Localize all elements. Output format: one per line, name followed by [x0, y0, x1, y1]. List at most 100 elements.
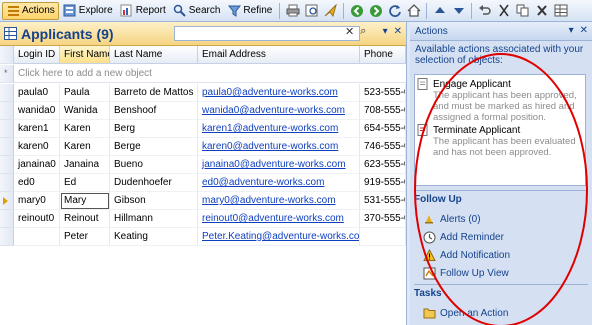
column-header-login-id[interactable]: Login ID — [14, 46, 60, 64]
follow-up-view-link[interactable]: Follow Up View — [422, 266, 509, 280]
send-button[interactable] — [321, 2, 340, 20]
cell-phone: 919-555-01 — [360, 174, 406, 192]
table-row[interactable]: wanida0 Wanida Benshoof wanida0@adventure-w… — [0, 102, 406, 120]
cell-first-name-text: Karen — [64, 123, 91, 134]
cell-last-name-text: Berg — [114, 123, 136, 134]
email-link[interactable]: paula0@adventure-works.com — [202, 87, 338, 98]
preview-button[interactable] — [302, 2, 321, 20]
chevron-down-icon[interactable]: ▾ — [569, 25, 574, 36]
cell-first-name: Peter — [60, 228, 110, 246]
cell-email[interactable]: paula0@adventure-works.com — [198, 84, 360, 102]
row-header[interactable] — [0, 174, 14, 192]
copy-icon — [516, 4, 529, 17]
explore-button[interactable]: Explore — [60, 2, 116, 20]
email-link[interactable]: wanida0@adventure-works.com — [202, 105, 345, 116]
clear-icon[interactable]: ✕ — [345, 25, 354, 38]
cell-last-name-text: Berge — [114, 141, 141, 152]
email-link[interactable]: karen1@adventure-works.com — [202, 123, 338, 134]
cell-email[interactable]: karen0@adventure-works.com — [198, 138, 360, 156]
row-header[interactable] — [0, 210, 14, 228]
add-notification-link[interactable]: Add Notification — [422, 248, 510, 262]
chevron-down-icon[interactable]: ▾ — [383, 26, 388, 37]
print-button[interactable] — [283, 2, 302, 20]
main-toolbar: Actions Explore Report Search Refine — [0, 0, 592, 22]
home-button[interactable] — [404, 2, 423, 20]
forward-button[interactable] — [366, 2, 385, 20]
search-button[interactable]: Search — [170, 2, 224, 20]
engage-applicant-action[interactable]: Engage Applicant The applicant has been … — [417, 78, 585, 123]
actions-button[interactable]: Actions — [2, 1, 59, 20]
current-row-indicator-icon — [3, 197, 8, 205]
delete-button[interactable] — [532, 2, 551, 20]
cell-last-name: Hillmann — [110, 210, 198, 228]
close-icon[interactable]: ✕ — [580, 25, 588, 36]
new-object-prompt[interactable]: Click here to add a new object — [14, 65, 152, 83]
cell-last-name-text: Keating — [114, 231, 148, 242]
cut-button[interactable] — [494, 2, 513, 20]
cell-email[interactable]: karen1@adventure-works.com — [198, 120, 360, 138]
add-reminder-link[interactable]: Add Reminder — [422, 230, 504, 244]
cell-email[interactable]: reinout0@adventure-works.com — [198, 210, 360, 228]
table-row[interactable]: Peter Keating Peter.Keating@adventure-work… — [0, 228, 406, 246]
search-button-label: Search — [188, 5, 221, 16]
cell-last-name: Gibson — [110, 192, 198, 210]
email-link[interactable]: reinout0@adventure-works.com — [202, 213, 344, 224]
table-row[interactable]: reinout0 Reinout Hillmann reinout0@adventur… — [0, 210, 406, 228]
search-input[interactable] — [175, 27, 335, 40]
cell-phone-text: 370-555-01 — [364, 213, 405, 224]
cell-email[interactable]: Peter.Keating@adventure-works.com — [198, 228, 360, 246]
row-header[interactable] — [0, 102, 14, 120]
row-header[interactable] — [0, 138, 14, 156]
table-row[interactable]: janaina0 Janaina Bueno janaina0@adventure-w… — [0, 156, 406, 174]
divider — [414, 284, 588, 285]
cell-phone — [360, 228, 406, 246]
table-row[interactable]: mary0 Mary Gibson mary0@adventure-works.com… — [0, 192, 406, 210]
applicants-header: Applicants (9) ✕ ⌕ ▾ ✕ — [0, 22, 406, 46]
new-object-row[interactable]: * Click here to add a new object — [0, 65, 406, 83]
email-link[interactable]: janaina0@adventure-works.com — [202, 159, 346, 170]
reminder-icon — [422, 230, 436, 244]
email-link[interactable]: karen0@adventure-works.com — [202, 141, 338, 152]
cell-login-id-text: janaina0 — [18, 159, 56, 170]
column-header-last-name[interactable]: Last Name — [110, 46, 198, 64]
close-icon[interactable]: ✕ — [394, 26, 402, 37]
report-button[interactable]: Report — [117, 2, 169, 20]
undo-button[interactable] — [475, 2, 494, 20]
copy-button[interactable] — [513, 2, 532, 20]
alerts-link[interactable]: Alerts (0) — [422, 212, 481, 226]
column-header-email[interactable]: Email Address — [198, 46, 360, 64]
table-row[interactable]: ed0 Ed Dudenhoefer ed0@adventure-works.com 9… — [0, 174, 406, 192]
cell-phone: 531-555-01 — [360, 192, 406, 210]
cell-phone-text: 531-555-01 — [364, 195, 405, 206]
email-link[interactable]: ed0@adventure-works.com — [202, 177, 324, 188]
cell-email[interactable]: ed0@adventure-works.com — [198, 174, 360, 192]
table-row[interactable]: paula0 Paula Barreto de Mattos paula0@adven… — [0, 84, 406, 102]
cell-email[interactable]: mary0@adventure-works.com — [198, 192, 360, 210]
table-row[interactable]: karen1 Karen Berg karen1@adventure-works.co… — [0, 120, 406, 138]
back-button[interactable] — [347, 2, 366, 20]
alerts-label: Alerts (0) — [440, 213, 481, 225]
row-header[interactable] — [0, 192, 14, 210]
back-icon — [350, 4, 363, 17]
forward-icon — [369, 4, 382, 17]
cell-login-id: paula0 — [14, 84, 60, 102]
table-row[interactable]: karen0 Karen Berge karen0@adventure-works.c… — [0, 138, 406, 156]
cell-email[interactable]: janaina0@adventure-works.com — [198, 156, 360, 174]
row-header[interactable] — [0, 228, 14, 246]
email-link[interactable]: Peter.Keating@adventure-works.com — [202, 231, 359, 242]
go-icon[interactable]: ⌕ — [360, 25, 366, 38]
column-header-first-name[interactable]: First Name — [60, 46, 110, 64]
open-action-link[interactable]: Open an Action — [422, 306, 508, 320]
grid-button[interactable] — [551, 2, 570, 20]
move-down-button[interactable] — [449, 2, 468, 20]
cell-email[interactable]: wanida0@adventure-works.com — [198, 102, 360, 120]
email-link[interactable]: mary0@adventure-works.com — [202, 195, 336, 206]
refine-button[interactable]: Refine — [224, 2, 275, 20]
refresh-button[interactable] — [385, 2, 404, 20]
row-header[interactable] — [0, 156, 14, 174]
column-header-phone[interactable]: Phone — [360, 46, 406, 64]
row-header[interactable] — [0, 84, 14, 102]
row-header[interactable] — [0, 120, 14, 138]
move-up-button[interactable] — [430, 2, 449, 20]
terminate-applicant-action[interactable]: Terminate Applicant The applicant has be… — [417, 124, 585, 158]
